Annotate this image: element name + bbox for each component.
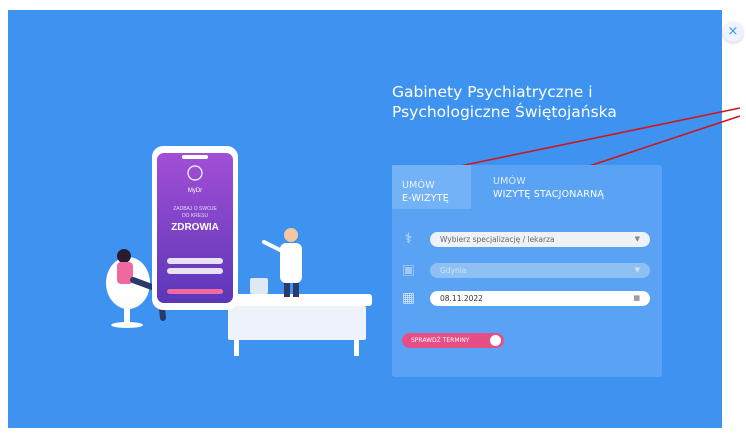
clinic-title-line1: Gabinety Psychiatryczne i — [392, 83, 593, 101]
calendar-small-icon: ▦ — [633, 294, 640, 302]
date-field[interactable]: 08.11.2022 ▦ — [430, 291, 650, 306]
city-value: Gdynia — [440, 266, 467, 275]
tab-e-visit-line2: E-WIZYTĘ — [402, 193, 449, 204]
date-value: 08.11.2022 — [440, 294, 483, 303]
toggle-knob — [490, 335, 501, 346]
chevron-down-icon: ▼ — [634, 235, 640, 243]
search-appointments-button[interactable]: SPRAWDŹ TERMINY — [402, 333, 504, 348]
calendar-icon: ▦ — [401, 290, 416, 306]
search-appointments-label: SPRAWDŹ TERMINY — [411, 337, 470, 344]
tab-e-visit-label: UMÓW E-WIZYTĘ — [402, 179, 449, 205]
tab-in-person-line2: WIZYTĘ STACJONARNĄ — [493, 189, 605, 200]
city-select[interactable]: Gdynia ▼ — [430, 263, 650, 278]
page: × MyDr ZADBAJ O SWOJE DO KRESU ZDROWIA G… — [0, 0, 746, 437]
specialization-select[interactable]: Wybierz specjalizację / lekarza ▼ — [430, 232, 650, 247]
tab-e-visit[interactable]: UMÓW E-WIZYTĘ — [392, 165, 471, 209]
chevron-down-icon: ▼ — [634, 266, 640, 274]
tab-e-visit-line1: UMÓW — [402, 180, 435, 191]
stethoscope-icon: ⚕ — [404, 231, 413, 247]
building-icon: ▣ — [401, 262, 416, 278]
specialization-value: Wybierz specjalizację / lekarza — [440, 235, 555, 244]
clinic-title: Gabinety Psychiatryczne i Psychologiczne… — [392, 82, 682, 122]
close-icon[interactable]: × — [723, 22, 743, 42]
tab-in-person-visit[interactable]: UMÓW WIZYTĘ STACJONARNĄ — [493, 175, 604, 201]
tab-in-person-line1: UMÓW — [493, 176, 526, 187]
clinic-title-line2: Psychologiczne Świętojańska — [392, 103, 617, 121]
